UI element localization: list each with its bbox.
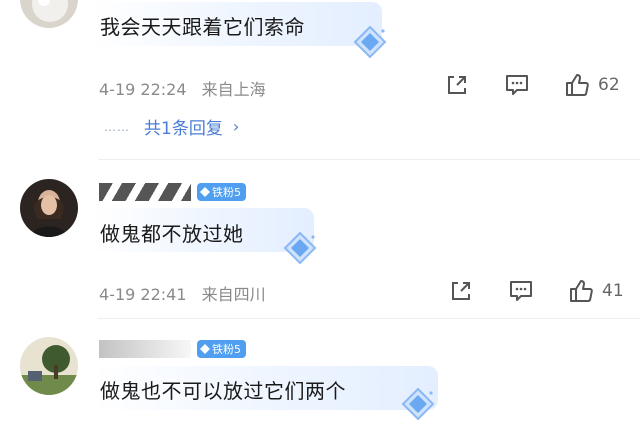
fan-badge-label: 铁粉5: [212, 186, 241, 199]
like-button[interactable]: 62: [564, 72, 620, 98]
view-replies-link[interactable]: …… 共1条回复 ›: [104, 114, 239, 139]
fan-badge-label: 铁粉5: [212, 343, 241, 356]
avatar[interactable]: [20, 0, 78, 28]
comment-button[interactable]: [504, 72, 530, 98]
share-button[interactable]: [444, 72, 470, 98]
comment-icon: [510, 281, 532, 301]
like-icon: [566, 74, 589, 96]
username-mosaic: [99, 340, 191, 358]
comment-time: 4-19 22:24: [99, 80, 187, 99]
diamond-sticker-icon: [283, 231, 317, 265]
like-count: 62: [598, 75, 620, 95]
divider: [98, 318, 640, 319]
divider: [98, 159, 640, 160]
like-count: 41: [602, 281, 624, 301]
comment-text: 做鬼也不可以放过它们两个: [100, 379, 346, 403]
comment-button[interactable]: [508, 278, 534, 304]
comment-location: 来自上海: [201, 80, 266, 99]
username-row[interactable]: 铁粉5: [99, 181, 246, 203]
like-icon: [570, 280, 593, 302]
comment-location: 来自四川: [201, 285, 266, 304]
username-row[interactable]: 铁粉5: [99, 338, 246, 360]
comment-text: 做鬼都不放过她: [100, 222, 244, 246]
comment-icon: [506, 75, 528, 95]
share-icon: [448, 76, 466, 94]
avatar[interactable]: [20, 179, 78, 237]
share-icon: [452, 282, 470, 300]
fan-badge: 铁粉5: [197, 340, 246, 358]
diamond-sticker-icon: [401, 387, 435, 421]
share-button[interactable]: [448, 278, 474, 304]
comment-meta: 4-19 22:41 来自四川: [99, 281, 266, 305]
fan-badge: 铁粉5: [197, 183, 246, 201]
username-mosaic: [99, 183, 191, 201]
comment-text: 我会天天跟着它们索命: [100, 15, 305, 39]
chevron-right-icon: ›: [232, 117, 240, 136]
comment-time: 4-19 22:41: [99, 285, 187, 304]
like-button[interactable]: 41: [568, 278, 624, 304]
fan-gem-icon: [200, 344, 210, 354]
replies-label: 共1条回复: [144, 119, 223, 139]
fan-gem-icon: [200, 187, 210, 197]
replies-dots: ……: [104, 119, 130, 134]
avatar[interactable]: [20, 337, 78, 395]
diamond-sticker-icon: [353, 25, 387, 59]
comment-meta: 4-19 22:24 来自上海: [99, 76, 266, 100]
